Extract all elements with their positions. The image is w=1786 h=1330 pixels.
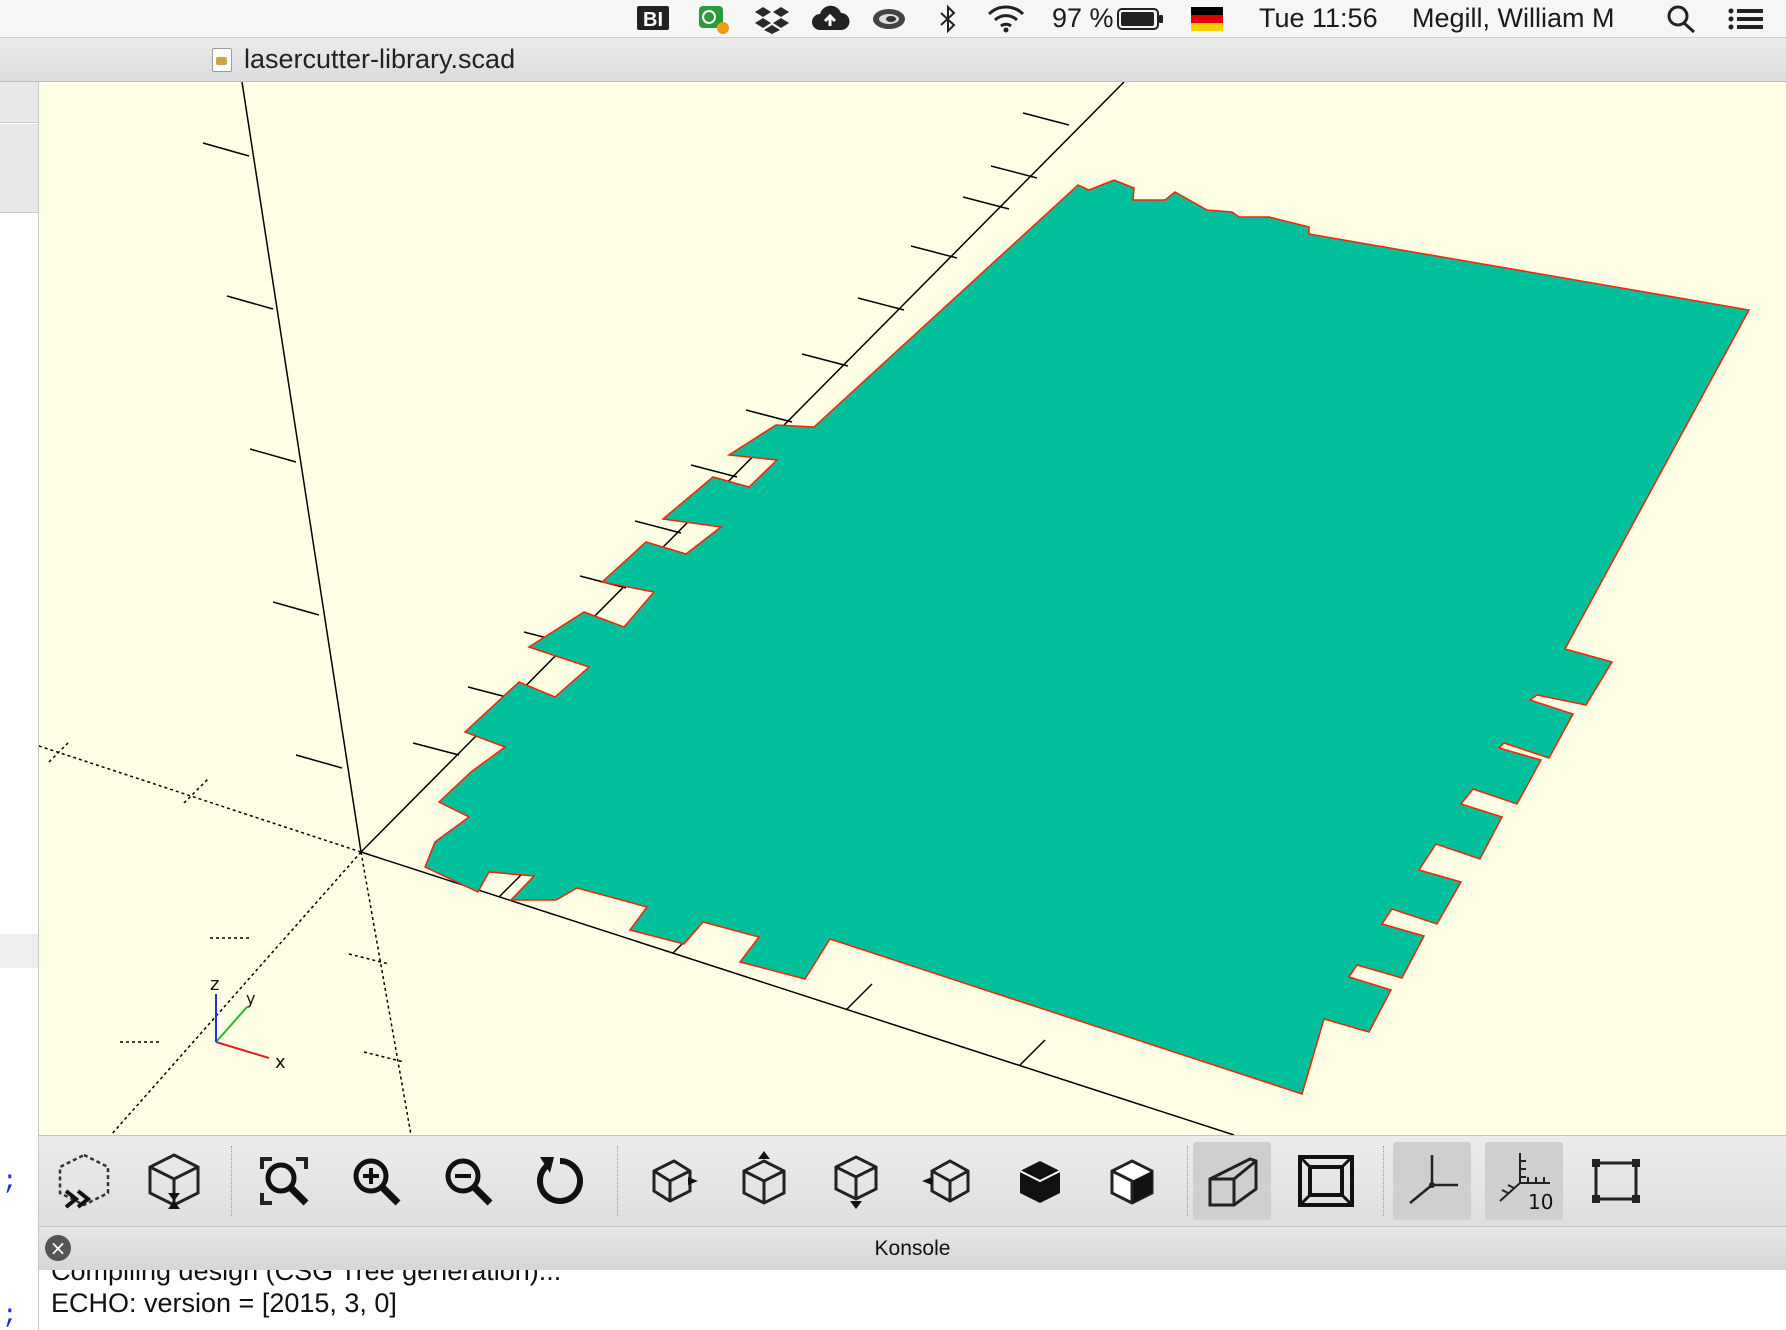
toolbar-separator [231,1146,232,1216]
toolbar-separator [1383,1146,1384,1216]
show-axes-icon[interactable] [1393,1142,1471,1220]
console-title: Konsole [874,1237,951,1260]
view-left-icon[interactable] [909,1142,987,1220]
console-line: ECHO: version = [2015, 3, 0] [51,1288,397,1318]
z-axis [241,82,362,853]
scale-markers-label: 10 [1528,1190,1553,1213]
negative-x-axis [39,745,362,853]
negative-y-axis [110,851,362,1135]
bluetooth-icon[interactable] [936,0,960,37]
evernote-icon[interactable] [697,0,731,37]
zoom-in-icon[interactable] [337,1142,415,1220]
axis-label-x: x [275,1052,286,1073]
axis-label-y: y [246,989,255,1008]
view-top-icon[interactable] [725,1142,803,1220]
console-line: Compiling design (CSG Tree generation)..… [51,1270,562,1286]
axis-indicator: x y z [210,974,286,1073]
view-front-icon[interactable] [1001,1142,1079,1220]
view-all-icon[interactable] [245,1142,323,1220]
swirl-icon[interactable] [870,0,908,37]
bi-icon-label: BI [643,9,663,31]
orthogonal-icon[interactable] [1287,1142,1365,1220]
notification-center-icon[interactable] [1726,0,1766,37]
lasercut-panel[interactable] [424,179,1751,1095]
zoom-out-icon[interactable] [429,1142,507,1220]
reset-view-icon[interactable] [521,1142,599,1220]
editor-tab-strip [0,124,38,213]
wifi-icon[interactable] [986,0,1026,37]
bi-icon[interactable]: BI [636,0,670,37]
negative-z-axis [360,851,412,1135]
console-output[interactable]: Compiling design (CSG Tree generation)..… [39,1270,1786,1330]
3d-viewport[interactable]: x y z [39,82,1786,1135]
cloud-upload-icon[interactable] [810,0,850,37]
menu-bar: BI 97 % Tue 11:56 Megill, William M [0,0,1786,38]
dropbox-icon[interactable] [754,0,790,37]
spotlight-search-icon[interactable] [1666,0,1698,37]
editor-code-char: ; [2,1166,18,1196]
menubar-user[interactable]: Megill, William M [1412,0,1615,37]
view-bottom-icon[interactable] [817,1142,895,1220]
view-right-icon[interactable] [633,1142,711,1220]
editor-selected-line [0,934,38,968]
toolbar-separator [1187,1146,1188,1216]
preview-render-icon[interactable] [45,1142,123,1220]
viewport-canvas[interactable]: x y z [39,82,1786,1135]
editor-toolbar-strip [0,82,38,123]
menubar-clock[interactable]: Tue 11:56 [1259,0,1378,37]
battery-percent: 97 % [1052,3,1114,33]
editor-pane[interactable]: ; ; [0,82,39,1330]
console-close-icon[interactable]: × [45,1235,71,1261]
perspective-icon[interactable] [1193,1142,1271,1220]
console-header: Konsole × [39,1226,1786,1271]
editor-code-char: ; [2,1300,18,1330]
viewport-toolbar: 10 [39,1135,1786,1227]
render-icon[interactable] [135,1142,213,1220]
battery-icon[interactable] [1116,0,1164,37]
view-back-icon[interactable] [1093,1142,1171,1220]
axis-label-z: z [210,974,219,995]
show-scale-markers-icon[interactable]: 10 [1485,1142,1563,1220]
show-edges-icon[interactable] [1577,1142,1655,1220]
window-title: lasercutter-library.scad [244,44,516,74]
document-icon [212,48,232,72]
window-title-bar[interactable]: lasercutter-library.scad [0,38,1786,82]
german-flag-icon[interactable] [1190,0,1224,37]
toolbar-separator [617,1146,618,1216]
